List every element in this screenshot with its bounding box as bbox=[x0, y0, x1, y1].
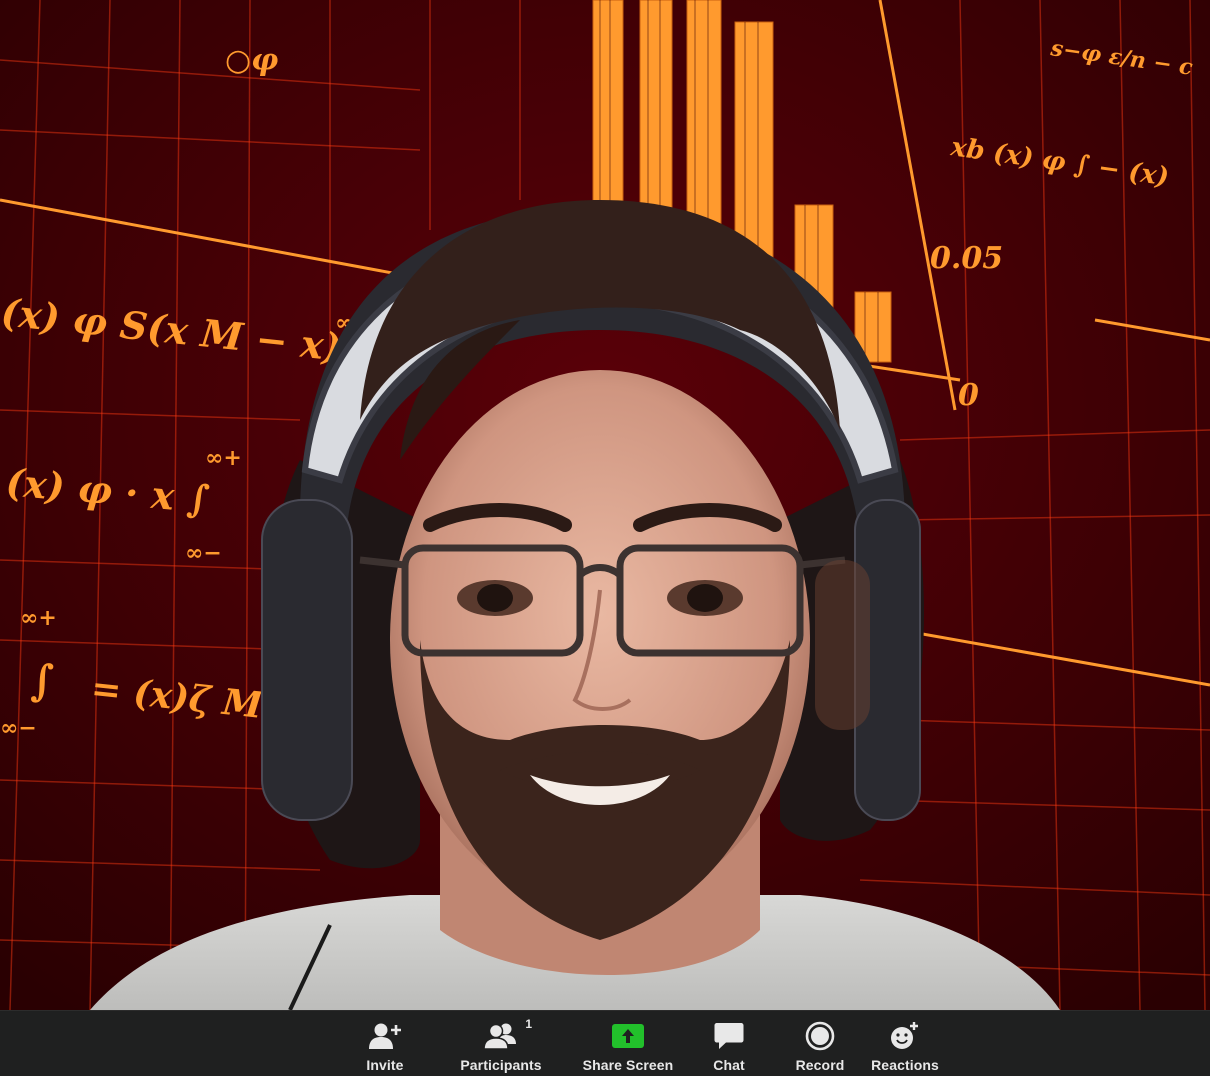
share-screen-icon bbox=[612, 1019, 644, 1053]
meeting-toolbar: Invite 1 Participants Share Screen Chat … bbox=[0, 1010, 1210, 1076]
add-person-icon bbox=[368, 1019, 402, 1053]
invite-label: Invite bbox=[366, 1057, 404, 1073]
chat-bubble-icon bbox=[714, 1019, 744, 1053]
virtual-background: ○φ (x) φ S(x M − x) ∞+ ∞+ (x) φ · x ∫ ∞−… bbox=[0, 0, 1210, 1010]
participant-video: ○φ (x) φ S(x M − x) ∞+ ∞+ (x) φ · x ∫ ∞−… bbox=[0, 0, 1210, 1010]
share-screen-label: Share Screen bbox=[582, 1057, 674, 1073]
participants-icon: 1 bbox=[484, 1017, 532, 1053]
participants-button[interactable]: 1 Participants bbox=[455, 1011, 547, 1076]
add-reaction-icon bbox=[890, 1019, 920, 1053]
formula-text: ∞− bbox=[0, 715, 37, 741]
reactions-label: Reactions bbox=[871, 1057, 939, 1073]
record-label: Record bbox=[795, 1057, 845, 1073]
formula-text: ∫ bbox=[30, 656, 54, 705]
chat-label: Chat bbox=[713, 1057, 745, 1073]
participants-label: Participants bbox=[460, 1057, 542, 1073]
record-button[interactable]: Record bbox=[792, 1011, 848, 1076]
chat-button[interactable]: Chat bbox=[706, 1011, 752, 1076]
formula-text: ∞+ bbox=[205, 445, 242, 471]
formula-text: 0.05 bbox=[930, 241, 1003, 276]
participant-count: 1 bbox=[525, 1017, 532, 1031]
record-icon bbox=[805, 1019, 835, 1053]
formula-text: ∞− bbox=[185, 540, 222, 566]
share-screen-button[interactable]: Share Screen bbox=[580, 1011, 676, 1076]
formula-text: ∞+ bbox=[20, 605, 57, 631]
reactions-button[interactable]: Reactions bbox=[870, 1011, 940, 1076]
formula-text: ○φ bbox=[225, 43, 278, 78]
formula-text: 0 bbox=[958, 378, 979, 413]
invite-button[interactable]: Invite bbox=[360, 1011, 410, 1076]
